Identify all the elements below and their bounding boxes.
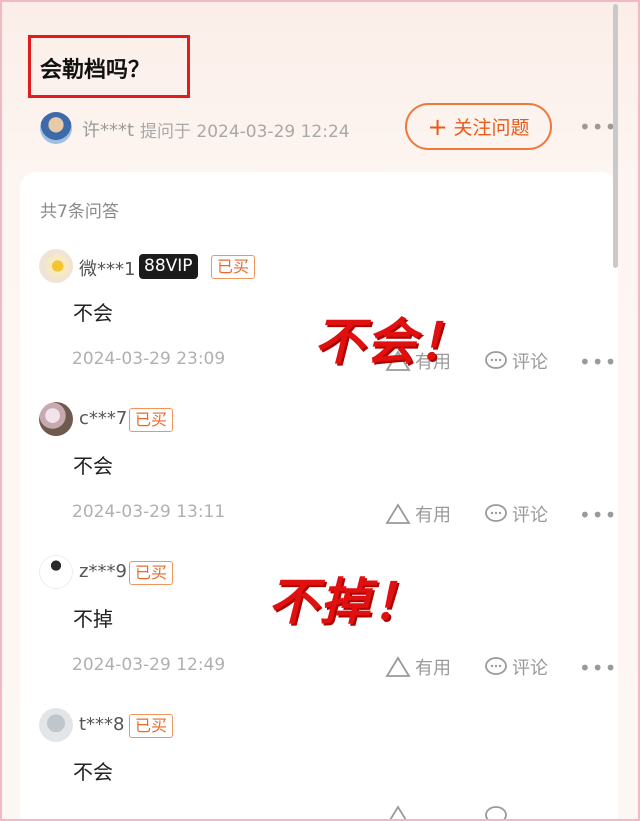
more-options-icon[interactable]: ••• — [579, 115, 617, 139]
comment-button[interactable]: 评论 — [484, 501, 548, 527]
asked-time: 提问于 2024-03-29 12:24 — [140, 122, 350, 142]
avatar[interactable] — [39, 708, 73, 742]
comment-button[interactable]: 评论 — [484, 348, 548, 374]
asker-avatar[interactable] — [40, 112, 72, 144]
useful-button[interactable]: 有用 — [385, 654, 451, 680]
answer-username[interactable]: t***8 — [79, 714, 125, 735]
avatar[interactable] — [39, 249, 73, 283]
bought-tag: 已买 — [211, 255, 256, 279]
question-title: 会勒档吗？ — [40, 58, 151, 83]
answer-username[interactable]: 微***1 — [79, 255, 135, 281]
overlay-annotation-no: 不会！ — [314, 313, 470, 371]
answer-username[interactable]: c***7 — [79, 408, 127, 429]
overlay-annotation-no-drop: 不掉！ — [268, 573, 424, 631]
follow-button-label: 关注问题 — [453, 117, 530, 139]
answer-text: 不会 — [73, 760, 113, 784]
follow-question-button[interactable]: + 关注问题 — [405, 103, 552, 150]
answer-count: 共7条问答 — [40, 202, 119, 222]
page-frame: 会勒档吗？ 许***t 提问于 2024-03-29 12:24 + 关注问题 … — [0, 0, 640, 821]
comment-icon — [485, 806, 507, 819]
avatar[interactable] — [39, 555, 73, 589]
comment-icon — [485, 504, 507, 522]
answer-text: 不掉 — [73, 607, 113, 631]
scrollbar[interactable] — [613, 4, 618, 268]
triangle-icon — [389, 805, 407, 819]
useful-button[interactable]: 有用 — [385, 501, 451, 527]
comment-label: 评论 — [512, 505, 548, 526]
bought-tag: 已买 — [129, 714, 174, 738]
plus-icon: + — [427, 112, 448, 141]
answer-time: 2024-03-29 12:49 — [72, 655, 226, 675]
triangle-icon — [385, 503, 411, 524]
answer-time: 2024-03-29 13:11 — [72, 502, 226, 522]
answer-text: 不会 — [73, 301, 113, 325]
answer-time: 2024-03-29 23:09 — [72, 349, 226, 369]
vip-badge: 88VIP — [139, 254, 198, 279]
triangle-icon — [385, 656, 411, 677]
more-options-icon[interactable]: ••• — [579, 656, 617, 680]
useful-label: 有用 — [415, 505, 451, 526]
answer-text: 不会 — [73, 454, 113, 478]
bought-tag: 已买 — [129, 561, 174, 585]
more-options-icon[interactable]: ••• — [579, 350, 617, 374]
comment-icon — [485, 657, 507, 675]
more-options-icon[interactable]: ••• — [579, 503, 617, 527]
bought-tag: 已买 — [129, 408, 174, 432]
useful-label: 有用 — [415, 658, 451, 679]
answer-username[interactable]: z***9 — [79, 561, 127, 582]
avatar[interactable] — [39, 402, 73, 436]
comment-icon — [485, 351, 507, 369]
comment-button[interactable] — [484, 805, 508, 819]
comment-label: 评论 — [512, 352, 548, 373]
comment-button[interactable]: 评论 — [484, 654, 548, 680]
useful-button[interactable] — [385, 805, 411, 819]
asker-name[interactable]: 许***t — [82, 116, 134, 142]
comment-label: 评论 — [512, 658, 548, 679]
